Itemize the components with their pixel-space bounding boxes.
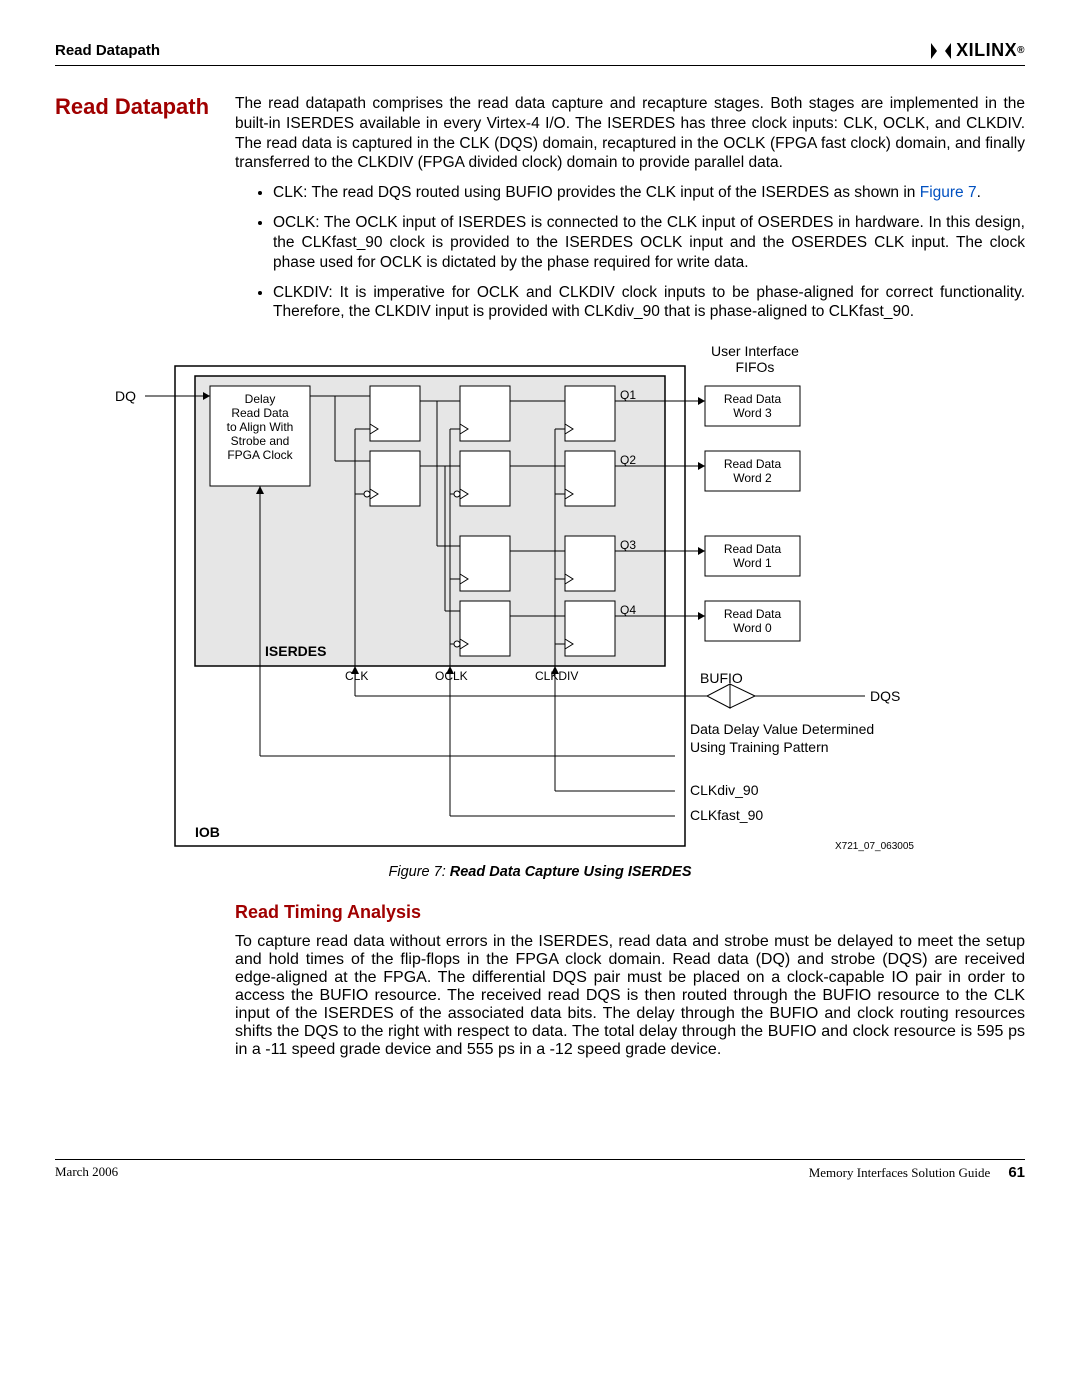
bullet-clk: CLK: The read DQS routed using BUFIO pro… <box>273 183 1025 203</box>
page-header: Read Datapath XILINX® <box>55 40 1025 66</box>
label-user-interface-fifos: User InterfaceFIFOs <box>690 343 820 375</box>
footer-page-number: 61 <box>1008 1164 1025 1181</box>
timing-paragraph: To capture read data without errors in t… <box>235 933 1025 1059</box>
label-q4: Q4 <box>620 603 636 617</box>
label-clkdiv: CLKDIV <box>535 669 578 683</box>
label-bufio: BUFIO <box>700 670 743 686</box>
figure-7-link[interactable]: Figure 7 <box>920 184 977 201</box>
fifo-word-3: Read DataWord 3 <box>705 392 800 420</box>
intro-paragraph: The read datapath comprises the read dat… <box>235 94 1025 173</box>
fifo-word-2: Read DataWord 2 <box>705 457 800 485</box>
label-iserdes: ISERDES <box>265 643 326 659</box>
section-heading: Read Datapath <box>55 94 235 120</box>
label-iob: IOB <box>195 824 220 840</box>
bullet-clkdiv: CLKDIV: It is imperative for OCLK and CL… <box>273 283 1025 323</box>
page-footer: March 2006 Memory Interfaces Solution Gu… <box>55 1159 1025 1181</box>
fifo-word-0: Read DataWord 0 <box>705 607 800 635</box>
label-dq: DQ <box>115 388 136 404</box>
figure-7-caption: Figure 7: Read Data Capture Using ISERDE… <box>55 864 1025 880</box>
delay-block-label: Delay Read Data to Align With Strobe and… <box>210 392 310 462</box>
bullet-oclk: OCLK: The OCLK input of ISERDES is conne… <box>273 213 1025 272</box>
figure-id: X721_07_063005 <box>835 841 914 852</box>
label-training-2: Using Training Pattern <box>690 739 829 755</box>
xilinx-logo: XILINX® <box>930 40 1025 61</box>
label-oclk: OCLK <box>435 669 468 683</box>
label-q1: Q1 <box>620 388 636 402</box>
header-section: Read Datapath <box>55 42 160 59</box>
label-training-1: Data Delay Value Determined <box>690 721 874 737</box>
label-clkdiv90: CLKdiv_90 <box>690 782 759 798</box>
footer-date: March 2006 <box>55 1164 118 1181</box>
label-q2: Q2 <box>620 453 636 467</box>
fifo-word-1: Read DataWord 1 <box>705 542 800 570</box>
label-clkfast90: CLKfast_90 <box>690 807 763 823</box>
label-q3: Q3 <box>620 538 636 552</box>
clock-bullet-list: CLK: The read DQS routed using BUFIO pro… <box>235 183 1025 322</box>
label-clk: CLK <box>345 669 368 683</box>
subsection-heading: Read Timing Analysis <box>235 902 1025 923</box>
label-dqs: DQS <box>870 688 900 704</box>
figure-7-diagram: DQ Delay Read Data to Align With Strobe … <box>115 346 935 856</box>
xilinx-icon <box>930 42 952 60</box>
footer-guide: Memory Interfaces Solution Guide <box>809 1165 991 1181</box>
